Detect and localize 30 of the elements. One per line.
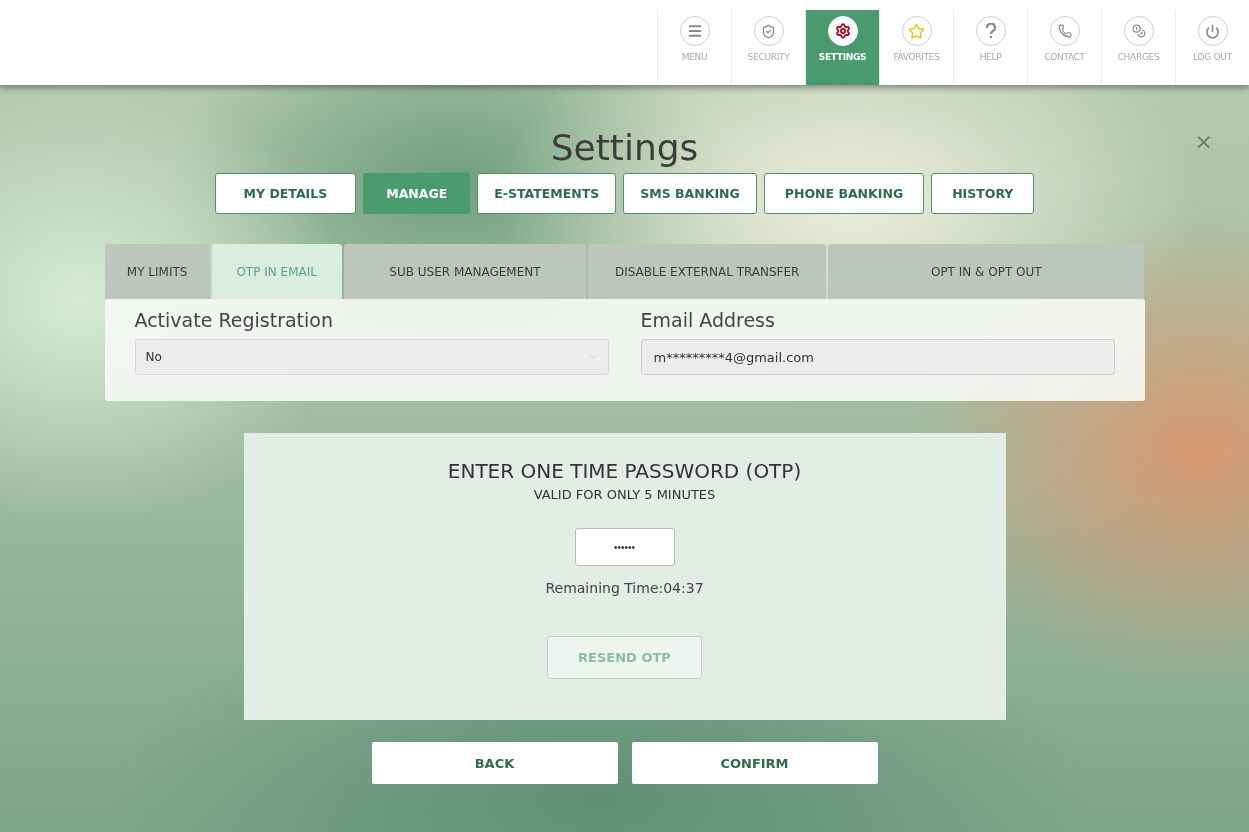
confirm-button[interactable]: CONFIRM <box>631 742 878 784</box>
back-button[interactable]: BACK <box>371 742 618 784</box>
shield-icon <box>761 23 776 39</box>
settings-tab[interactable]: MANAGE <box>363 173 471 214</box>
email-field[interactable]: m*********4@gmail.com <box>640 339 1115 375</box>
sub-tab[interactable]: SUB USER MANAGEMENT <box>343 244 587 299</box>
field-label: Email Address <box>640 309 776 331</box>
settings-tab[interactable]: PHONE BANKING <box>763 173 925 214</box>
nav-item[interactable]: SETTINGS <box>805 10 879 85</box>
settings-tab[interactable]: E-STATEMENTS <box>477 173 617 214</box>
settings-icon <box>834 23 851 39</box>
remaining-time: Remaining Time:04:37 <box>545 580 704 596</box>
coins-icon <box>1131 24 1146 38</box>
field-label: Activate Registration <box>134 309 334 331</box>
settings-tab[interactable]: MY DETAILS <box>214 173 357 214</box>
sub-tab[interactable]: MY LIMITS <box>104 244 210 299</box>
page-title: Settings <box>550 127 699 169</box>
sub-tab[interactable]: OPT IN & OPT OUT <box>828 244 1145 299</box>
otp-input-field[interactable]: •••••• <box>574 528 675 566</box>
phone-icon <box>1057 24 1072 38</box>
registration-select[interactable]: No <box>134 339 609 375</box>
otp-heading: ENTER ONE TIME PASSWORD (OTP) <box>447 459 802 483</box>
settings-tab[interactable]: HISTORY <box>931 173 1035 214</box>
menu-icon <box>686 23 703 39</box>
otp-subheading: VALID FOR ONLY 5 MINUTES <box>533 487 716 502</box>
star-icon <box>908 22 925 40</box>
help-icon <box>984 23 997 39</box>
sub-tab[interactable]: DISABLE EXTERNAL TRANSFER <box>588 244 827 299</box>
power-icon <box>1205 23 1220 39</box>
settings-tab[interactable]: SMS BANKING <box>623 173 757 214</box>
